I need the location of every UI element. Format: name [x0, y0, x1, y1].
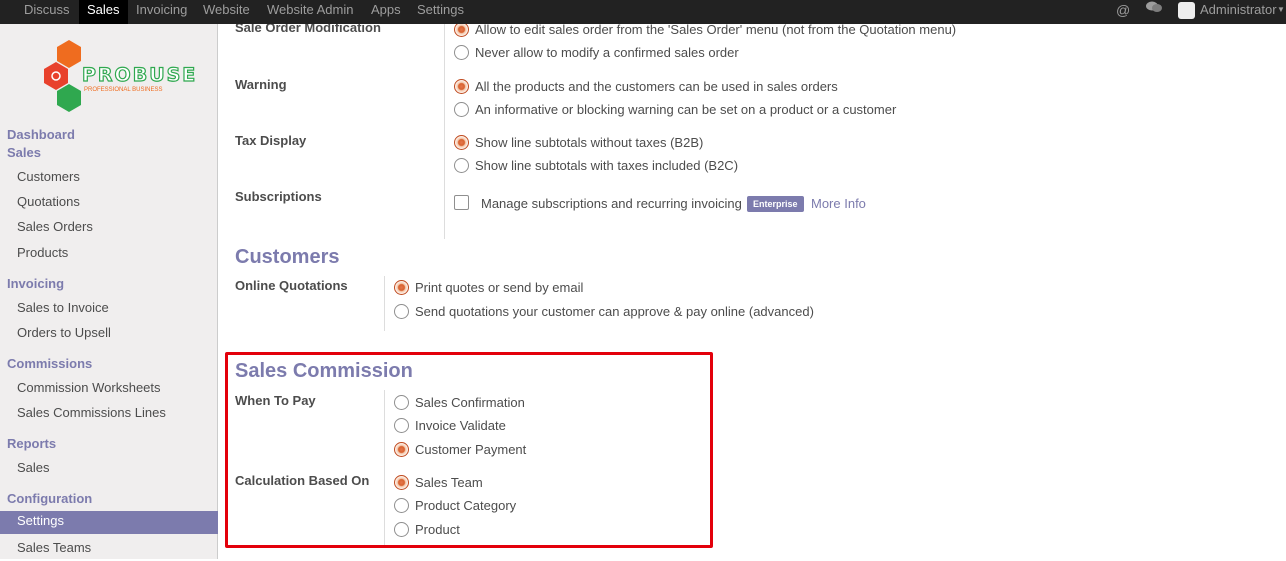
sidebar-item-orders-to-upsell[interactable]: Orders to Upsell [0, 323, 218, 346]
chevron-down-icon: ▼ [1277, 5, 1285, 14]
label-online-quotations: Online Quotations [235, 278, 348, 293]
sidebar-item-commission-worksheets[interactable]: Commission Worksheets [0, 378, 218, 401]
option-allow-edit[interactable]: Allow to edit sales order from the 'Sale… [454, 24, 956, 40]
mention-icon[interactable]: @ [1116, 0, 1130, 24]
radio-button[interactable] [394, 280, 409, 295]
divider [444, 24, 445, 239]
subscriptions-text: Manage subscriptions and recurring invoi… [481, 196, 742, 211]
label-sale-order-modification: Sale Order Modification [235, 24, 381, 35]
radio-button[interactable] [394, 304, 409, 319]
sidebar-item-products[interactable]: Products [0, 243, 218, 266]
sidebar-item-sales-commissions-lines[interactable]: Sales Commissions Lines [0, 403, 218, 426]
logo-tagline: PROFESSIONAL BUSINESS [84, 87, 163, 93]
radio-button[interactable] [454, 158, 469, 173]
enterprise-badge: Enterprise [747, 196, 804, 212]
option-label: Show line subtotals with taxes included … [475, 158, 739, 173]
option-print-quotes[interactable]: Print quotes or send by email [394, 280, 583, 298]
option-warning-all[interactable]: All the products and the customers can b… [454, 79, 838, 97]
sidebar-item-quotations[interactable]: Quotations [0, 192, 218, 215]
menu-website-admin[interactable]: Website Admin [259, 0, 361, 24]
option-tax-b2c[interactable]: Show line subtotals with taxes included … [454, 158, 738, 176]
menu-apps[interactable]: Apps [363, 0, 409, 24]
sidebar-section-invoicing: Invoicing [7, 276, 65, 291]
menu-discuss[interactable]: Discuss [16, 0, 78, 24]
menu-website[interactable]: Website [195, 0, 258, 24]
option-label: Send quotations your customer can approv… [415, 304, 814, 319]
option-label: Allow to edit sales order from the 'Sale… [475, 24, 957, 37]
option-label: Show line subtotals without taxes (B2B) [475, 135, 704, 150]
label-tax-display: Tax Display [235, 133, 307, 148]
sidebar-item-settings[interactable]: Settings [0, 511, 218, 534]
label-subscriptions: Subscriptions [235, 189, 322, 204]
avatar[interactable] [1178, 2, 1195, 19]
sidebar-item-sales-teams[interactable]: Sales Teams [0, 538, 218, 561]
option-label: An informative or blocking warning can b… [475, 102, 897, 117]
option-label: Print quotes or send by email [415, 280, 584, 295]
sidebar-dashboard[interactable]: Dashboard [7, 127, 75, 142]
sidebar-item-customers[interactable]: Customers [0, 167, 218, 190]
sidebar-section-commissions: Commissions [7, 356, 93, 371]
sidebar-item-sales-to-invoice[interactable]: Sales to Invoice [0, 298, 218, 321]
option-never-modify[interactable]: Never allow to modify a confirmed sales … [454, 45, 739, 63]
radio-button[interactable] [454, 79, 469, 94]
radio-button[interactable] [454, 45, 469, 60]
option-warning-blocking[interactable]: An informative or blocking warning can b… [454, 102, 896, 120]
option-label: Never allow to modify a confirmed sales … [475, 45, 739, 60]
highlight-box [225, 352, 713, 548]
menu-sales[interactable]: Sales [79, 0, 128, 24]
sidebar-section-reports: Reports [7, 436, 57, 451]
more-info-link[interactable]: More Info [811, 196, 866, 211]
sidebar-section-configuration: Configuration [7, 491, 93, 506]
sidebar-item-sales-orders[interactable]: Sales Orders [0, 217, 218, 240]
sidebar: PROBUSE PROFESSIONAL BUSINESS Dashboard … [0, 24, 218, 559]
radio-button[interactable] [454, 135, 469, 150]
option-label: All the products and the customers can b… [475, 79, 838, 94]
radio-button[interactable] [454, 24, 469, 37]
sidebar-item-reports-sales[interactable]: Sales [0, 458, 218, 481]
option-online-approve[interactable]: Send quotations your customer can approv… [394, 304, 814, 322]
chat-icon[interactable] [1146, 0, 1162, 24]
option-tax-b2b[interactable]: Show line subtotals without taxes (B2B) [454, 135, 703, 153]
radio-button[interactable] [454, 102, 469, 117]
subscriptions-checkbox[interactable] [454, 195, 469, 210]
section-heading-customers: Customers [235, 246, 340, 268]
logo-name: PROBUSE [81, 63, 198, 86]
user-menu[interactable]: Administrator [1200, 0, 1277, 24]
divider [384, 276, 385, 331]
top-menu-bar: Discuss Sales Invoicing Website Website … [0, 0, 1286, 24]
settings-form: Sale Order Modification Allow to edit sa… [219, 24, 1286, 559]
label-warning: Warning [235, 77, 287, 92]
menu-invoicing[interactable]: Invoicing [128, 0, 195, 24]
menu-settings[interactable]: Settings [409, 0, 472, 24]
sidebar-section-sales: Sales [7, 145, 41, 160]
company-logo: PROBUSE PROFESSIONAL BUSINESS [42, 40, 196, 112]
